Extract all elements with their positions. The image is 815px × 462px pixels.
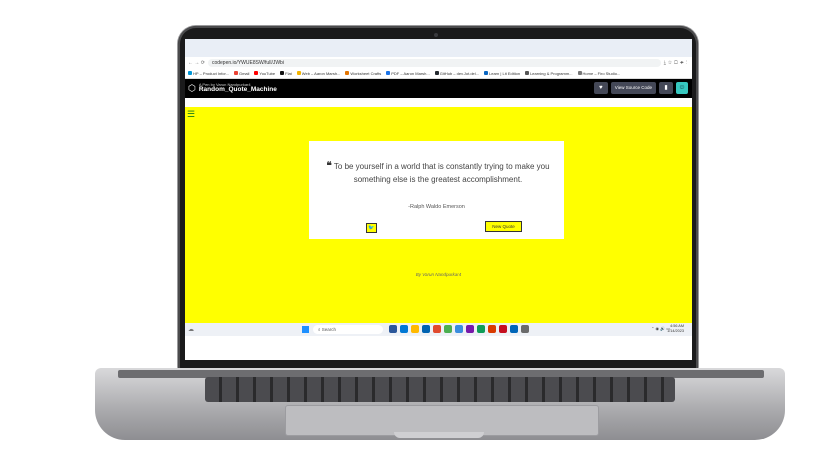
- bookmark-item[interactable]: GitHub – dev.Jot.del...: [434, 71, 479, 76]
- screen-bezel-area: [185, 336, 692, 360]
- taskbar-app-icon[interactable]: [422, 325, 430, 333]
- avatar[interactable]: ☺: [676, 82, 688, 94]
- taskbar-app-icon[interactable]: [455, 325, 463, 333]
- hamburger-menu-icon[interactable]: ☰: [187, 110, 195, 119]
- taskbar-app-icon[interactable]: [510, 325, 518, 333]
- tweet-quote-button[interactable]: 🐦: [366, 223, 377, 233]
- quote-text: To be yourself in a world that is consta…: [333, 162, 550, 184]
- taskbar-app-icon[interactable]: [433, 325, 441, 333]
- codepen-header: ⬡ A Pen by Varun Nandpurkar4 Random_Quot…: [185, 79, 692, 98]
- bookmark-item[interactable]: Learning & Programm...: [525, 71, 573, 76]
- quote-author: -Ralph Waldo Emerson: [408, 204, 465, 210]
- pin-icon: ▮: [664, 85, 668, 91]
- browser-tabstrip: [185, 39, 692, 57]
- bookmark-item[interactable]: Flat: [280, 71, 292, 76]
- bookmark-item[interactable]: Home – Firo Studio...: [577, 71, 620, 76]
- taskbar-app-icon[interactable]: [411, 325, 419, 333]
- view-source-button[interactable]: View Source Code: [610, 82, 656, 94]
- taskbar-app-icon[interactable]: [444, 325, 452, 333]
- taskbar-app-icon[interactable]: [488, 325, 496, 333]
- heart-button[interactable]: ♥: [593, 82, 608, 94]
- url-field[interactable]: codepen.io/YWUE8SW/full/JWbi: [207, 58, 661, 67]
- taskbar-clock[interactable]: 4:56 AM 1/14/2023: [667, 324, 684, 334]
- heart-icon: ♥: [599, 85, 603, 91]
- taskbar-apps: [389, 325, 529, 333]
- new-quote-button[interactable]: New Quote: [485, 221, 522, 232]
- quote-text-container: ❝ To be yourself in a world that is cons…: [323, 159, 553, 186]
- bookmark-item[interactable]: HP – Product Infor...: [188, 71, 229, 76]
- taskbar-app-icon[interactable]: [400, 325, 408, 333]
- bookmark-item[interactable]: PDF – Aaron Marsh...: [386, 71, 430, 76]
- pin-button[interactable]: ▮: [659, 82, 673, 94]
- bookmarks-bar: HP – Product Infor... Gmail YouTube Flat…: [185, 68, 692, 79]
- bookmark-item[interactable]: YouTube: [254, 71, 275, 76]
- lid-notch: [394, 432, 484, 438]
- clock-date: 1/14/2023: [667, 329, 684, 333]
- pen-titles: A Pen by Varun Nandpurkar4 Random_Quote_…: [199, 83, 277, 94]
- taskbar-app-icon[interactable]: [466, 325, 474, 333]
- codepen-logo-icon[interactable]: ⬡: [188, 83, 196, 94]
- taskbar-app-icon[interactable]: [477, 325, 485, 333]
- pen-title: Random_Quote_Machine: [198, 86, 277, 94]
- windows-taskbar: ☁ ⌕ Search ⌃ ◉ 🔊 ▭ 4:56 AM 1/14/2023: [185, 323, 692, 336]
- browser-toolbar-icons[interactable]: ⤓☆▢✦⋮: [664, 60, 689, 66]
- author-credit: By Varun Nandpurkar4: [415, 272, 462, 277]
- taskbar-search[interactable]: ⌕ Search: [313, 325, 383, 334]
- back-forward-reload-icons[interactable]: ← → ⟳: [188, 60, 205, 66]
- start-button-icon[interactable]: [302, 326, 309, 333]
- clock-time: 4:56 AM: [670, 324, 684, 328]
- codepen-actions: ♥ View Source Code ▮ ☺: [593, 82, 688, 94]
- taskbar-app-icon[interactable]: [499, 325, 507, 333]
- camera-icon: [434, 33, 438, 37]
- twitter-icon: 🐦: [368, 225, 375, 231]
- bookmark-item[interactable]: Worksheet Crafts: [345, 71, 381, 76]
- bookmark-item[interactable]: Gmail: [233, 71, 249, 76]
- bookmark-item[interactable]: Learn | Lit Edition: [484, 71, 520, 76]
- quote-app: ☰ ❝ To be yourself in a world that is co…: [185, 107, 692, 323]
- quote-box: ❝ To be yourself in a world that is cons…: [309, 141, 564, 239]
- taskbar-app-icon[interactable]: [389, 325, 397, 333]
- bookmark-item[interactable]: Web – Aaron Marsh...: [296, 71, 340, 76]
- address-bar: ← → ⟳ codepen.io/YWUE8SW/full/JWbi ⤓☆▢✦⋮: [185, 57, 692, 68]
- laptop-screen: ← → ⟳ codepen.io/YWUE8SW/full/JWbi ⤓☆▢✦⋮…: [185, 39, 692, 360]
- quote-mark-icon: ❝: [326, 161, 332, 172]
- weather-widget-icon[interactable]: ☁: [188, 326, 194, 333]
- keyboard: [205, 377, 675, 402]
- taskbar-app-icon[interactable]: [521, 325, 529, 333]
